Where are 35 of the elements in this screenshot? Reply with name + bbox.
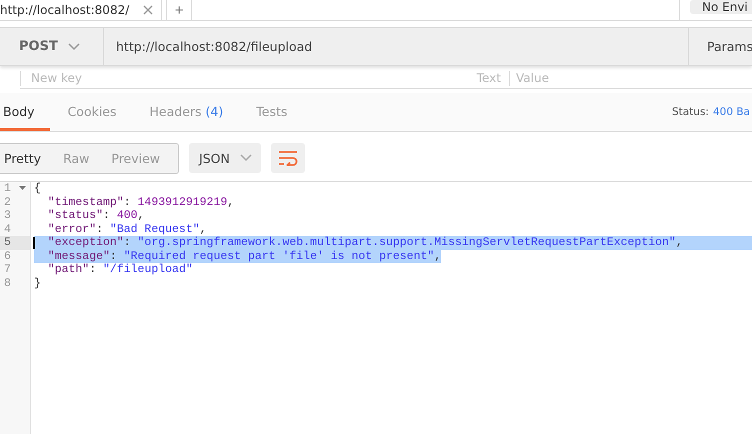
line-number: 8	[4, 276, 12, 290]
text-cursor	[33, 237, 35, 249]
code-line: "status": 400,	[48, 209, 144, 222]
status-label: Status:	[672, 106, 709, 118]
chevron-icon	[68, 42, 80, 50]
request-tab[interactable]: http://localhost:8082/	[0, 0, 162, 20]
response-tab[interactable]: Body	[0, 95, 50, 131]
response-tab[interactable]: Tests	[241, 95, 302, 131]
view-mode-tab[interactable]: Preview	[107, 144, 170, 172]
format-dropdown[interactable]: JSON	[189, 143, 262, 173]
response-tab[interactable]: Cookies	[52, 95, 132, 131]
status-value: 400 Ba	[712, 106, 750, 118]
method-dropdown[interactable]: POST	[0, 28, 104, 65]
view-mode-tab[interactable]: Raw	[59, 144, 100, 172]
line-number: 4	[4, 222, 12, 236]
view-mode-tab[interactable]: Pretty	[0, 144, 52, 172]
code-line: "timestamp": 1493912919219,	[48, 196, 234, 209]
close-icon[interactable]	[143, 5, 154, 15]
code-line: "path": "/fileupload"	[48, 263, 193, 276]
code-line: "error": "Bad Request",	[48, 222, 207, 236]
line-number: 7	[4, 263, 12, 276]
line-number: 5	[4, 236, 12, 250]
code-line: }	[34, 276, 41, 290]
code-line: {	[34, 182, 41, 196]
response-tab[interactable]: Headers (4)	[134, 95, 238, 131]
wrap-icon	[278, 150, 298, 166]
chevron-icon	[240, 154, 252, 162]
line-number: 6	[4, 250, 12, 263]
line-number: 2	[4, 196, 12, 209]
wrap-button[interactable]	[271, 143, 306, 173]
line-number: 1	[4, 182, 12, 196]
new-tab-button[interactable]: +	[166, 0, 192, 20]
environment-dropdown[interactable]: No Envi	[690, 0, 752, 14]
line-number: 3	[4, 209, 12, 222]
url-field[interactable]: http://localhost:8082/fileupload	[104, 28, 688, 65]
